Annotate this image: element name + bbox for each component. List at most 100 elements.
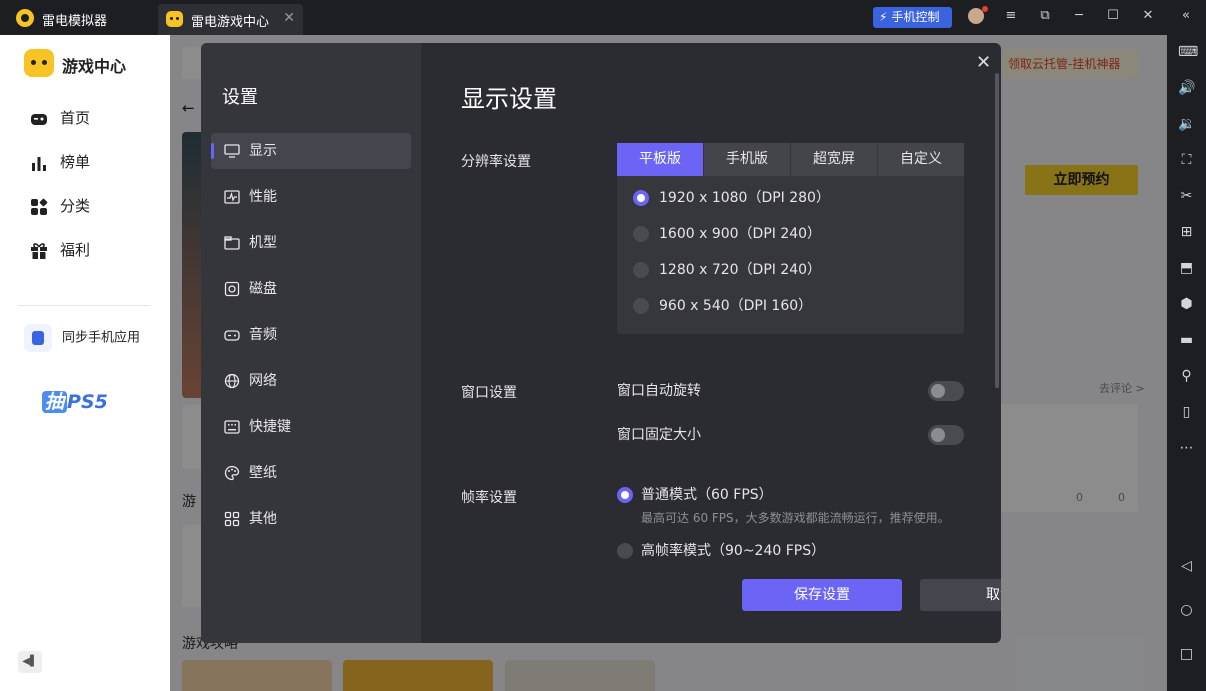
sync-phone-apps-button[interactable]: 同步手机应用: [24, 324, 140, 352]
page-title: 显示设置: [461, 85, 557, 113]
auto-rotate-label: 窗口自动旋转: [617, 383, 701, 399]
settings-nav-label: 显示: [249, 143, 277, 159]
ps5-promo-badge[interactable]: 抽 PS5: [42, 387, 108, 414]
lightning-icon: ⚡: [879, 10, 888, 24]
sidebar-item-label: 分类: [60, 197, 91, 215]
sidebar-divider: [18, 305, 151, 306]
more-icon[interactable]: ⋯: [1178, 440, 1195, 457]
settings-nav-label: 机型: [249, 235, 277, 251]
tab-game-center[interactable]: 雷电游戏中心 ✕: [158, 4, 303, 35]
folder-icon[interactable]: ▬: [1178, 332, 1195, 349]
keyboard-mapping-icon[interactable]: ⌨: [1178, 44, 1198, 61]
fullscreen-icon[interactable]: ⛶: [1178, 152, 1195, 169]
scrollbar[interactable]: [995, 73, 999, 388]
minimize-icon[interactable]: ─: [1070, 8, 1088, 23]
dialog-close-icon[interactable]: ✕: [976, 52, 991, 73]
scroll-fade: [421, 555, 1001, 585]
radio-unselected-icon: [633, 298, 649, 314]
settings-nav-label: 其他: [249, 511, 277, 527]
settings-nav-label: 网络: [249, 373, 277, 389]
fps-normal-label: 普通模式（60 FPS）: [641, 487, 773, 503]
settings-title: 设置: [222, 87, 258, 108]
sidebar-item-label: 福利: [60, 241, 91, 259]
multi-instance-icon[interactable]: ⊞: [1178, 224, 1195, 241]
collapse-toolbar-icon[interactable]: «: [1177, 8, 1195, 23]
sidebar-item-categories[interactable]: 分类: [30, 195, 150, 219]
resolution-option-1280[interactable]: 1280 x 720（DPI 240）: [633, 260, 821, 280]
apk-install-icon[interactable]: ⬒: [1178, 260, 1195, 277]
keyboard-icon: [224, 420, 240, 434]
settings-nav-label: 磁盘: [249, 281, 277, 297]
radio-selected-icon: [633, 190, 649, 206]
gamepad-icon: [31, 113, 47, 125]
settings-dialog: 设置 显示 性能 机型 磁盘 音频 网络 快捷键 壁纸 其他 显示设置 分辨率设…: [201, 43, 1001, 643]
menu-icon[interactable]: ≡: [1002, 8, 1020, 23]
monitor-icon: [224, 144, 240, 158]
settings-nav-disk[interactable]: 磁盘: [211, 271, 411, 307]
settings-nav-label: 快捷键: [249, 419, 291, 435]
maximize-icon[interactable]: ☐: [1104, 8, 1122, 23]
recent-apps-icon[interactable]: □: [1178, 646, 1195, 663]
leidian-logo-icon: [16, 9, 34, 27]
shake-icon[interactable]: ▯: [1178, 404, 1195, 421]
tab-tablet[interactable]: 平板版: [617, 143, 703, 176]
resolution-option-label: 960 x 540（DPI 160）: [659, 298, 813, 314]
save-button[interactable]: 保存设置: [742, 579, 902, 611]
title-bar: 雷电模拟器 雷电游戏中心 ✕ ⚡ 手机控制 ≡ ⧉ ─ ☐ ✕ «: [0, 0, 1206, 35]
settings-nav-label: 音频: [249, 327, 277, 343]
resolution-option-1920[interactable]: 1920 x 1080（DPI 280）: [633, 188, 830, 208]
tab-custom[interactable]: 自定义: [878, 143, 964, 176]
tab-close-icon[interactable]: ✕: [283, 10, 295, 26]
resolution-panel: 平板版 手机版 超宽屏 自定义 1920 x 1080（DPI 280） 160…: [617, 143, 964, 334]
pin-icon[interactable]: ⧉: [1036, 8, 1054, 23]
auto-rotate-toggle[interactable]: [928, 381, 964, 401]
settings-nav-audio[interactable]: 音频: [211, 317, 411, 353]
sidebar-collapse-icon[interactable]: ◀▌: [18, 651, 42, 673]
settings-nav-device-model[interactable]: 机型: [211, 225, 411, 261]
globe-icon: [224, 373, 240, 389]
phone-control-button[interactable]: ⚡ 手机控制: [873, 7, 952, 28]
resolution-option-label: 1280 x 720（DPI 240）: [659, 262, 822, 278]
resolution-option-960[interactable]: 960 x 540（DPI 160）: [633, 296, 812, 316]
right-toolbar: ⌨ 🔊 🔉 ⛶ ✂ ⊞ ⬒ ⬢ ▬ ⚲ ▯ ⋯ ◁ ○ □: [1167, 35, 1206, 691]
settings-nav-wallpaper[interactable]: 壁纸: [211, 455, 411, 491]
tab-ultrawide[interactable]: 超宽屏: [791, 143, 877, 176]
settings-nav-display[interactable]: 显示: [211, 133, 411, 169]
resolution-option-label: 1920 x 1080（DPI 280）: [659, 190, 830, 206]
fps-normal-option[interactable]: 普通模式（60 FPS）: [617, 485, 773, 505]
radio-unselected-icon: [633, 262, 649, 278]
gamepad-icon: [166, 11, 183, 27]
settings-nav-performance[interactable]: 性能: [211, 179, 411, 215]
sidebar: 游戏中心 首页 榜单 分类 福利 同步手机应用 抽 PS5 ◀▌: [0, 35, 170, 691]
resolution-option-1600[interactable]: 1600 x 900（DPI 240）: [633, 224, 821, 244]
brand-title: 游戏中心: [62, 57, 127, 76]
promo-prefix: 抽: [42, 391, 68, 413]
settings-nav-other[interactable]: 其他: [211, 501, 411, 537]
resolution-tabs: 平板版 手机版 超宽屏 自定义: [617, 143, 964, 176]
palette-icon: [224, 465, 240, 481]
bar-chart-icon: [32, 156, 46, 171]
settings-nav-network[interactable]: 网络: [211, 363, 411, 399]
settings-content: 显示设置 分辨率设置 平板版 手机版 超宽屏 自定义 1920 x 1080（D…: [421, 43, 1001, 643]
notification-dot: [982, 6, 988, 12]
back-icon[interactable]: ◁: [1178, 558, 1195, 575]
close-icon[interactable]: ✕: [1139, 8, 1157, 23]
sidebar-item-benefits[interactable]: 福利: [30, 239, 150, 263]
sidebar-item-rankings[interactable]: 榜单: [30, 151, 150, 175]
settings-nav-shortcuts[interactable]: 快捷键: [211, 409, 411, 445]
tab-phone[interactable]: 手机版: [704, 143, 790, 176]
performance-icon: [224, 190, 240, 204]
fixed-size-label: 窗口固定大小: [617, 427, 701, 443]
cancel-button[interactable]: 取消: [920, 579, 1001, 611]
sidebar-item-home[interactable]: 首页: [30, 107, 150, 131]
fixed-size-toggle[interactable]: [928, 425, 964, 445]
sidebar-item-label: 榜单: [60, 153, 91, 171]
location-icon[interactable]: ⚲: [1178, 368, 1195, 385]
volume-down-icon[interactable]: 🔉: [1178, 116, 1195, 133]
operation-record-icon[interactable]: ⬢: [1178, 296, 1195, 313]
volume-up-icon[interactable]: 🔊: [1178, 80, 1195, 97]
home-icon[interactable]: ○: [1178, 602, 1195, 619]
sidebar-item-label: 首页: [60, 109, 91, 127]
fixed-size-row: 窗口固定大小: [617, 424, 964, 446]
screenshot-scissors-icon[interactable]: ✂: [1178, 188, 1195, 205]
